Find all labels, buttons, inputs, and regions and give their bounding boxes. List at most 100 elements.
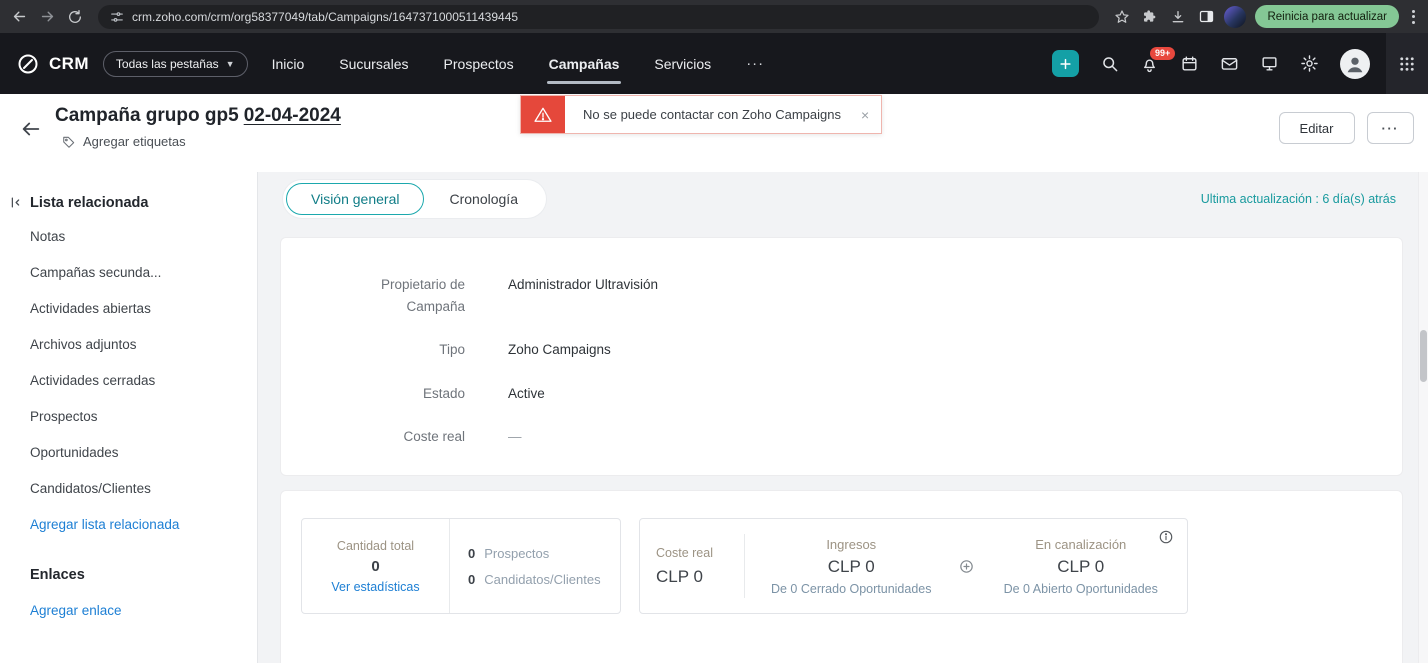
income-value: CLP 0: [827, 556, 875, 576]
all-tabs-dropdown-label: Todas las pestañas: [115, 56, 219, 71]
downloads-icon[interactable]: [1165, 4, 1191, 30]
mail-icon[interactable]: [1220, 54, 1239, 73]
detail-row-owner: Propietario de Campaña Administrador Ult…: [281, 274, 1402, 317]
tag-icon: [62, 135, 76, 149]
alert-message: No se puede contactar con Zoho Campaigns: [583, 107, 841, 122]
nav-tab-campanas[interactable]: Campañas: [546, 33, 622, 94]
bookmark-star-icon[interactable]: [1109, 4, 1135, 30]
site-settings-icon[interactable]: [110, 10, 124, 24]
settings-gear-icon[interactable]: [1300, 54, 1319, 73]
error-alert: No se puede contactar con Zoho Campaigns…: [520, 95, 883, 134]
sidebar-item-oportunidades[interactable]: Oportunidades: [30, 434, 257, 470]
page-title: Campaña grupo gp5 02-04-2024: [55, 105, 341, 127]
field-label: Propietario de Campaña: [380, 277, 465, 314]
tab-cronologia[interactable]: Cronología: [424, 183, 543, 215]
stats-card: Cantidad total 0 Ver estadísticas 0 Pros…: [280, 490, 1403, 663]
total-quantity-block: Cantidad total 0 Ver estadísticas: [302, 519, 450, 613]
related-list-title: Lista relacionada: [30, 195, 149, 211]
collapse-panel-icon[interactable]: [8, 195, 23, 210]
browser-forward-icon[interactable]: [34, 4, 60, 30]
more-actions-button[interactable]: ···: [1366, 112, 1414, 144]
field-value: Active: [508, 385, 545, 401]
browser-menu-kebab-icon[interactable]: [1405, 5, 1422, 29]
last-update-text: Ultima actualización : 6 día(s) atrás: [1200, 192, 1396, 206]
counts-block: 0 Prospectos 0 Candidatos/Clientes: [450, 519, 620, 613]
record-header: Campaña grupo gp5 02-04-2024 Agregar etiq…: [0, 94, 1428, 172]
all-tabs-dropdown[interactable]: Todas las pestañas ▼: [102, 50, 248, 77]
income-sub-text: De 0 Cerrado Oportunidades: [770, 581, 932, 596]
nav-tab-inicio[interactable]: Inicio: [272, 33, 305, 94]
prospects-count: 0: [468, 545, 476, 561]
url-text: crm.zoho.com/crm/org58377049/tab/Campaig…: [132, 9, 519, 24]
income-label: Ingresos: [826, 536, 877, 552]
add-related-list-link[interactable]: Agregar lista relacionada: [30, 506, 257, 542]
prospects-count-row: 0 Prospectos: [468, 546, 620, 561]
sidebar-item-campanas-secundarias[interactable]: Campañas secunda...: [30, 254, 257, 290]
field-value: Administrador Ultravisión: [508, 277, 659, 292]
browser-update-button[interactable]: Reinicia para actualizar: [1255, 5, 1399, 28]
url-bar[interactable]: crm.zoho.com/crm/org58377049/tab/Campaig…: [98, 4, 1100, 29]
apps-grid-icon[interactable]: [1386, 33, 1428, 94]
scrollbar-thumb[interactable]: [1420, 330, 1427, 382]
detail-row-type: Tipo Zoho Campaigns: [281, 339, 1402, 361]
add-tags-label: Agregar etiquetas: [83, 134, 186, 149]
total-quantity-value: 0: [371, 557, 380, 575]
actual-cost-block: Coste real CLP 0: [656, 546, 744, 587]
marketplace-icon[interactable]: [1260, 54, 1279, 73]
edit-button[interactable]: Editar: [1278, 112, 1355, 144]
sidebar-item-actividades-abiertas[interactable]: Actividades abiertas: [30, 290, 257, 326]
contacts-count: 0: [468, 571, 476, 587]
nav-utility-icons: 99+: [1052, 47, 1386, 79]
sidebar-item-notas[interactable]: Notas: [30, 218, 257, 254]
nav-tab-sucursales[interactable]: Sucursales: [339, 33, 408, 94]
record-actions: Editar ···: [1278, 112, 1414, 144]
notification-badge: 99+: [1150, 47, 1176, 60]
info-icon[interactable]: [1158, 529, 1174, 545]
plus-circle-icon: [958, 558, 975, 575]
view-statistics-link[interactable]: Ver estadísticas: [331, 580, 419, 594]
add-tags-link[interactable]: Agregar etiquetas: [62, 134, 341, 149]
calendar-icon[interactable]: [1180, 54, 1199, 73]
search-icon[interactable]: [1100, 54, 1119, 73]
main-content: Visión general Cronología Ultima actuali…: [258, 172, 1428, 663]
user-avatar[interactable]: [1340, 48, 1370, 79]
links-heading: Enlaces: [30, 567, 85, 583]
actual-cost-label: Coste real: [656, 545, 713, 560]
sidebar-item-prospectos[interactable]: Prospectos: [30, 398, 257, 434]
totals-box: Cantidad total 0 Ver estadísticas 0 Pros…: [301, 518, 621, 614]
prospects-label: Prospectos: [484, 545, 550, 561]
nav-tab-prospectos[interactable]: Prospectos: [444, 33, 514, 94]
side-panel-icon[interactable]: [1193, 4, 1219, 30]
income-block: Ingresos CLP 0 De 0 Cerrado Oportunidade…: [745, 537, 958, 596]
notifications-bell-icon[interactable]: 99+: [1140, 47, 1176, 73]
back-arrow-icon[interactable]: [20, 118, 42, 140]
detail-row-actual-cost: Coste real —: [281, 426, 1402, 448]
record-title-block: Campaña grupo gp5 02-04-2024 Agregar etiq…: [55, 105, 341, 149]
browser-back-icon[interactable]: [6, 4, 32, 30]
browser-toolbar: crm.zoho.com/crm/org58377049/tab/Campaig…: [0, 0, 1428, 33]
crm-top-nav: CRM Todas las pestañas ▼ Inicio Sucursal…: [0, 33, 1428, 94]
total-quantity-label: Cantidad total: [336, 538, 415, 553]
page-scrollbar[interactable]: [1418, 172, 1428, 663]
view-tabs: Visión general Cronología: [283, 180, 546, 218]
nav-more-icon[interactable]: ···: [746, 55, 764, 72]
related-list-heading: Lista relacionada: [11, 188, 257, 218]
related-list-sidebar: Lista relacionada Notas Campañas secunda…: [0, 172, 258, 663]
quick-create-plus-button[interactable]: [1052, 50, 1079, 77]
browser-reload-icon[interactable]: [62, 4, 88, 30]
field-label: Tipo: [439, 342, 465, 358]
module-tabs: Inicio Sucursales Prospectos Campañas Se…: [272, 33, 775, 94]
field-value: Zoho Campaigns: [508, 342, 611, 358]
actual-cost-value: CLP 0: [656, 566, 703, 586]
tab-vision-general[interactable]: Visión general: [286, 183, 425, 215]
nav-tab-servicios[interactable]: Servicios: [654, 33, 711, 94]
campaign-name: Campaña grupo gp5: [55, 105, 239, 126]
extensions-puzzle-icon[interactable]: [1137, 4, 1163, 30]
add-link-link[interactable]: Agregar enlace: [30, 592, 257, 628]
browser-profile-avatar[interactable]: [1224, 5, 1247, 28]
sidebar-item-candidatos-clientes[interactable]: Candidatos/Clientes: [30, 470, 257, 506]
sidebar-item-archivos-adjuntos[interactable]: Archivos adjuntos: [30, 326, 257, 362]
sidebar-item-actividades-cerradas[interactable]: Actividades cerradas: [30, 362, 257, 398]
alert-close-icon[interactable]: ×: [859, 96, 881, 133]
pipeline-sub-text: De 0 Abierto Oportunidades: [1003, 581, 1158, 596]
